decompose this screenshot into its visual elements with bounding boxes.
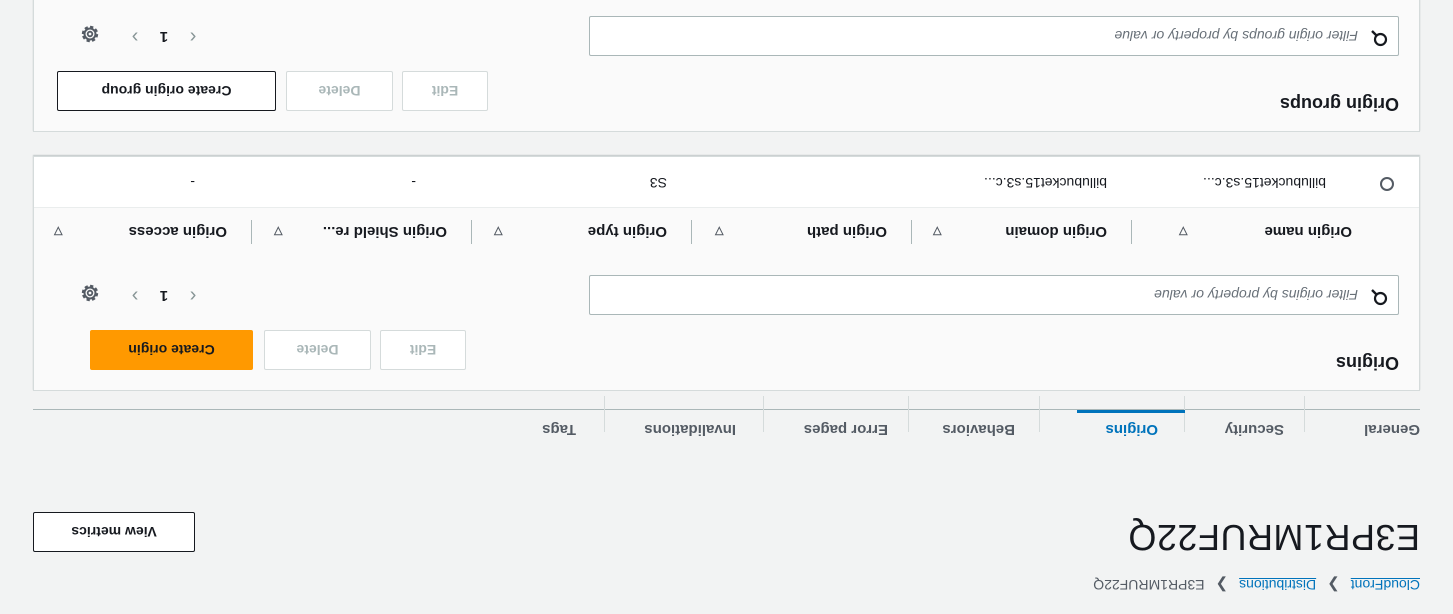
active-tab-indicator <box>1077 410 1185 413</box>
page-number[interactable]: 1 <box>152 28 176 45</box>
view-metrics-button[interactable]: View metrics <box>33 512 195 552</box>
column-divider <box>911 220 912 244</box>
sort-icon[interactable]: ▽ <box>54 226 72 239</box>
chevron-left-icon[interactable]: ‹ <box>176 25 210 48</box>
cell-origin-domain: billubucket15.s3.c... <box>984 175 1107 191</box>
cell-origin-shield: - <box>411 175 416 191</box>
tab-bar: General Security Origins Behaviors Error… <box>33 396 1420 450</box>
sort-icon[interactable]: ▽ <box>494 226 512 239</box>
origins-title: Origins <box>1335 353 1399 373</box>
tab-divider <box>1184 396 1185 432</box>
column-origin-path[interactable]: Origin path ▽ <box>715 208 887 256</box>
cell-origin-access: - <box>190 175 195 191</box>
sort-icon[interactable]: ▽ <box>274 226 292 239</box>
breadcrumb: CloudFront ❯ Distributions ❯ E3PR1MRUF22… <box>1093 576 1420 594</box>
sort-icon[interactable]: ▽ <box>1179 226 1197 239</box>
origins-edit-button[interactable]: Edit <box>380 330 466 370</box>
search-icon <box>1370 25 1388 48</box>
column-label: Origin domain <box>1005 223 1107 241</box>
sort-icon[interactable]: ▽ <box>715 226 733 239</box>
column-label: Origin type <box>587 223 667 241</box>
origin-groups-panel: Origin groups Edit Delete Create origin … <box>33 0 1420 132</box>
column-origin-domain[interactable]: Origin domain ▽ <box>933 208 1107 256</box>
origins-table: Origin name ▽ Origin domain ▽ Origin path ▽… <box>34 156 1419 256</box>
column-label: Origin name <box>1264 223 1352 241</box>
row-select-radio[interactable] <box>1380 177 1394 191</box>
column-origin-shield-region[interactable]: Origin Shield re... ▽ <box>274 208 447 256</box>
cell-origin-name: billubucket15.s3.c... <box>1203 175 1326 191</box>
table-header: Origin name ▽ Origin domain ▽ Origin path ▽… <box>34 207 1419 256</box>
tab-tags[interactable]: Tags <box>542 410 576 450</box>
origin-groups-pagination: ‹ 1 › <box>118 25 210 48</box>
column-divider <box>251 220 252 244</box>
breadcrumb-cloudfront-link[interactable]: CloudFront <box>1351 577 1420 593</box>
origin-groups-title: Origin groups <box>1280 94 1399 114</box>
tab-general[interactable]: General <box>1364 410 1420 450</box>
origin-groups-delete-button[interactable]: Delete <box>286 71 393 111</box>
column-origin-access[interactable]: Origin access ▽ <box>54 208 227 256</box>
gear-icon[interactable] <box>79 18 101 45</box>
column-label: Origin Shield re... <box>322 223 447 241</box>
origins-delete-button[interactable]: Delete <box>264 330 371 370</box>
tab-divider <box>604 396 605 432</box>
create-origin-group-button[interactable]: Create origin group <box>57 71 276 111</box>
table-row[interactable]: billubucket15.s3.c... billubucket15.s3.c… <box>34 158 1419 208</box>
page-root: CloudFront ❯ Distributions ❯ E3PR1MRUF22… <box>0 0 1453 614</box>
chevron-left-icon[interactable]: ‹ <box>176 284 210 307</box>
column-origin-type[interactable]: Origin type ▽ <box>494 208 667 256</box>
search-icon <box>1370 284 1388 307</box>
column-divider <box>691 220 692 244</box>
chevron-right-icon[interactable]: › <box>118 25 152 48</box>
column-divider <box>1131 220 1132 244</box>
column-label: Origin access <box>128 223 227 241</box>
sort-icon[interactable]: ▽ <box>933 226 951 239</box>
origin-groups-header: Origin groups Edit Delete Create origin … <box>34 0 1419 131</box>
origins-search-input[interactable] <box>656 286 1360 304</box>
origins-pagination: ‹ 1 › <box>118 284 210 307</box>
tab-error-pages[interactable]: Error pages <box>804 410 888 450</box>
chevron-right-icon: ❯ <box>1327 576 1340 593</box>
tab-divider <box>763 396 764 432</box>
origin-groups-search[interactable] <box>589 16 1399 56</box>
page-title: E3PR1MRUF22Q <box>1127 517 1420 558</box>
tab-divider <box>908 396 909 432</box>
tab-divider <box>1039 396 1040 432</box>
origin-groups-search-input[interactable] <box>656 27 1360 45</box>
origins-header: Origins Edit Delete Create origin ‹ 1 › <box>34 255 1419 390</box>
gear-icon[interactable] <box>79 277 101 304</box>
tab-behaviors[interactable]: Behaviors <box>942 410 1015 450</box>
tab-divider <box>1304 396 1305 432</box>
origins-panel: Origins Edit Delete Create origin ‹ 1 › … <box>33 156 1420 391</box>
create-origin-button[interactable]: Create origin <box>90 330 253 370</box>
origins-search[interactable] <box>589 275 1399 315</box>
column-origin-name[interactable]: Origin name ▽ <box>1179 208 1352 256</box>
chevron-right-icon[interactable]: › <box>118 284 152 307</box>
breadcrumb-distributions-link[interactable]: Distributions <box>1239 577 1316 593</box>
tab-origins[interactable]: Origins <box>1105 410 1158 450</box>
origin-groups-edit-button[interactable]: Edit <box>402 71 488 111</box>
tab-security[interactable]: Security <box>1225 410 1284 450</box>
cell-origin-type: S3 <box>649 175 667 191</box>
chevron-right-icon: ❯ <box>1215 576 1229 593</box>
column-label: Origin path <box>807 223 887 241</box>
tab-invalidations[interactable]: Invalidations <box>644 410 736 450</box>
page-number[interactable]: 1 <box>152 287 176 304</box>
breadcrumb-current: E3PR1MRUF22Q <box>1093 577 1205 593</box>
column-divider <box>471 220 472 244</box>
